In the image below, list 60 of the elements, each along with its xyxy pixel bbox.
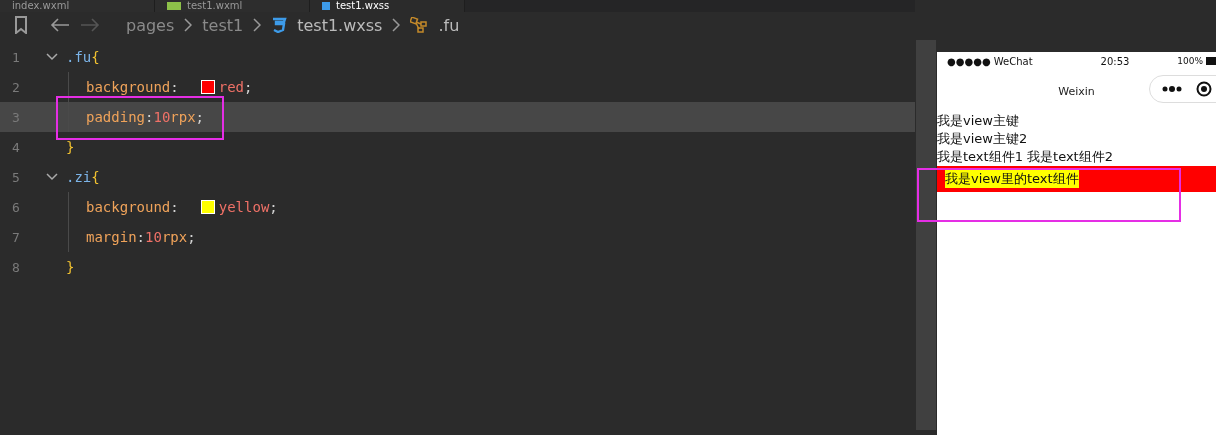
code-token: .zi (66, 169, 92, 185)
code-token: { (91, 169, 100, 185)
line-number: 2 (11, 79, 21, 95)
code-token: } (66, 139, 75, 155)
css-file-icon (271, 17, 288, 33)
code-token: : (170, 79, 179, 95)
file-tab[interactable]: index.wxml (0, 0, 155, 12)
code-token: : (170, 199, 179, 215)
bookmark-icon[interactable] (14, 16, 28, 34)
battery-icon (1206, 57, 1216, 65)
code-token: rpx (170, 109, 196, 125)
code-token: rpx (161, 229, 188, 245)
code-token: .fu (66, 49, 92, 65)
css-file-icon (322, 2, 330, 10)
code-token: background (86, 199, 171, 215)
code-token: yellow (218, 199, 270, 215)
back-arrow-icon[interactable] (50, 18, 70, 32)
code-token: { (91, 49, 100, 65)
code-token: margin (86, 229, 137, 245)
nav-title: Weixin (1058, 84, 1095, 98)
breadcrumb-item[interactable]: test1.wxss (297, 15, 383, 35)
code-token: : (136, 229, 145, 245)
line-number: 5 (11, 169, 21, 185)
code-token: } (66, 259, 75, 275)
code-token: ; (244, 79, 253, 95)
fold-chevron-icon[interactable] (46, 173, 58, 181)
view-text: 我是view主键2 (937, 130, 1029, 148)
battery-text: 100% (1177, 56, 1203, 66)
scrollbar-thumb[interactable] (916, 40, 936, 430)
code-token: 10 (153, 109, 171, 125)
code-token: red (218, 79, 245, 95)
breadcrumb-item[interactable]: pages (126, 15, 175, 35)
clock-text: 20:53 (1100, 55, 1130, 67)
breadcrumb-item[interactable]: test1 (202, 15, 244, 35)
file-icon (167, 2, 181, 10)
view-text: 我是view主键 (937, 112, 1020, 130)
line-number: 8 (11, 259, 21, 275)
text-component: 我是view里的text组件 (945, 170, 1079, 188)
file-tab[interactable]: test1.wxss (310, 0, 465, 12)
file-tab[interactable]: test1.wxml (155, 0, 310, 12)
carrier-text: ●●●●● WeChat (947, 55, 1033, 67)
code-token: ; (269, 199, 278, 215)
code-token: ; (195, 109, 205, 125)
line-number: 7 (11, 229, 21, 245)
line-number: 1 (11, 49, 21, 65)
view-text: 我是text组件1 我是text组件2 (937, 148, 1114, 166)
chevron-icon (392, 18, 401, 32)
chevron-icon (184, 18, 193, 32)
breadcrumb-item[interactable]: .fu (438, 15, 460, 35)
code-token: ; (187, 229, 196, 245)
code-token: padding (86, 109, 145, 125)
code-token: 10 (145, 229, 162, 245)
fold-chevron-icon[interactable] (46, 53, 58, 61)
chevron-icon (253, 18, 262, 32)
code-token: : (145, 109, 154, 125)
line-number: 6 (11, 199, 21, 215)
symbol-tree-icon (410, 17, 429, 33)
more-icon[interactable] (1162, 86, 1182, 92)
line-number: 4 (11, 139, 21, 155)
code-token: background (86, 79, 171, 95)
